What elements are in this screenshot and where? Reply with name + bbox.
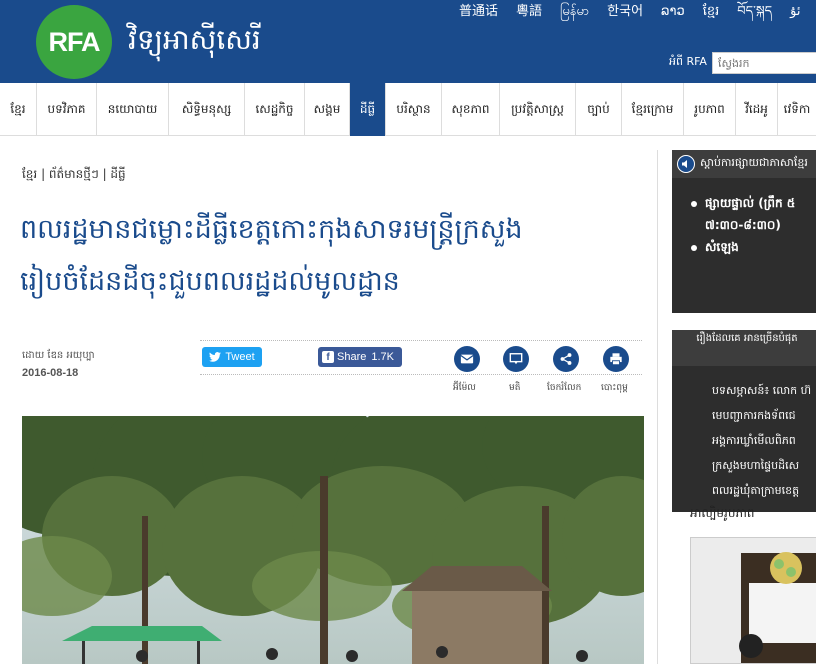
speaker-icon bbox=[677, 155, 695, 173]
popular-item[interactable]: បទសម្ភាសន៍៖ លោក ហ៊ bbox=[712, 378, 816, 403]
nav-item-environment[interactable]: បរិស្ថាន bbox=[386, 83, 442, 136]
listen-panel-title: ស្ដាប់ការផ្សាយជាភាសាខ្មែរ bbox=[700, 156, 808, 169]
lang-link-lao[interactable]: ລາວ bbox=[652, 4, 694, 20]
article-headline: ពលរដ្ឋមានជម្លោះដីធ្លីខេត្តកោះកុងសាទរមន្ត… bbox=[20, 204, 640, 308]
breadcrumb-item[interactable]: ព័ត៌មានថ្មីៗ bbox=[49, 167, 99, 181]
nav-item-khmer[interactable]: ខ្មែរ bbox=[0, 83, 37, 136]
share-button[interactable] bbox=[553, 346, 579, 372]
masthead: RFA វិទ្យុអាស៊ីសេរី 普通话 粵語 မြန်မာ 한국어 ລາ… bbox=[0, 0, 816, 83]
nav-item-society[interactable]: សង្គម bbox=[305, 83, 350, 136]
rfa-logo[interactable]: RFA bbox=[36, 5, 112, 79]
lang-link-uyghur[interactable]: ئۇ bbox=[781, 4, 809, 20]
printer-icon bbox=[610, 353, 622, 366]
lang-link-cantonese[interactable]: 粵語 bbox=[507, 4, 551, 20]
facebook-share-button[interactable]: f Share 1.7K bbox=[318, 347, 402, 367]
share-label: Share bbox=[337, 351, 367, 363]
language-bar: 普通话 粵語 မြန်မာ 한국어 ລາວ ខ្មែរ བོད་སྐད ئۇ bbox=[450, 4, 809, 20]
breadcrumb: ខ្មែរ | ព័ត៌មានថ្មីៗ | ដីធ្លី bbox=[22, 166, 126, 184]
nav-item-video[interactable]: វីដេអូ bbox=[736, 83, 778, 136]
gallery-title: អាល្បិមរូបភាព bbox=[690, 506, 755, 520]
comment-label: មតិ bbox=[509, 383, 521, 393]
popular-panel-title: រឿងដែលគេ អានច្រើនបំផុត bbox=[672, 330, 816, 366]
tweet-button[interactable]: Tweet bbox=[202, 347, 262, 367]
headline-line: រៀបចំដែនដីចុះជួបពលរដ្ឋដល់មូលដ្ឋាន bbox=[20, 266, 400, 297]
twitter-bird-icon bbox=[209, 352, 222, 362]
nav-item-politics[interactable]: នយោបាយ bbox=[97, 83, 169, 136]
email-label: អ៊ីម៉ែល bbox=[453, 383, 476, 393]
breadcrumb-item[interactable]: ដីធ្លី bbox=[110, 167, 125, 181]
nav-item-law[interactable]: ច្បាប់ bbox=[576, 83, 622, 136]
nav-item-photos[interactable]: រូបភាព bbox=[684, 83, 736, 136]
popular-item[interactable]: ក្រសួងមហាផ្ទៃបដិសេ bbox=[712, 453, 816, 478]
breadcrumb-separator: | bbox=[41, 167, 49, 181]
share-count: 1.7K bbox=[371, 351, 394, 363]
nav-item-land[interactable]: ដីធ្លី bbox=[350, 83, 386, 136]
lang-link-tibetan[interactable]: བོད་སྐད bbox=[728, 4, 781, 20]
site-name[interactable]: វិទ្យុអាស៊ីសេរី bbox=[128, 22, 261, 63]
search-input[interactable] bbox=[712, 52, 816, 74]
article-photo-image bbox=[22, 416, 644, 664]
logo-text: RFA bbox=[48, 26, 101, 57]
listen-panel-header: ស្ដាប់ការផ្សាយជាភាសាខ្មែរ bbox=[672, 150, 816, 178]
email-button[interactable] bbox=[454, 346, 480, 372]
print-button[interactable] bbox=[603, 346, 629, 372]
main-nav: ខ្មែរ បទវិភាគ នយោបាយ សិទ្ធិមនុស្ស សេដ្ឋក… bbox=[0, 83, 816, 136]
popular-item[interactable]: ពលរដ្ឋឃុំតាក្រាមខេត្ត bbox=[712, 478, 816, 503]
share-icon bbox=[560, 353, 572, 365]
lang-link-korean[interactable]: 한국어 bbox=[598, 4, 652, 20]
gallery-thumbnail-image bbox=[691, 538, 816, 663]
nav-item-khmer-krom[interactable]: ខ្មែរក្រោម bbox=[622, 83, 684, 136]
breadcrumb-item[interactable]: ខ្មែរ bbox=[22, 167, 37, 181]
envelope-icon bbox=[460, 354, 474, 364]
lang-link-mandarin[interactable]: 普通话 bbox=[450, 4, 507, 20]
listen-item-label: ផ្សាយផ្ទាល់ (ព្រឹក ៥ bbox=[705, 196, 796, 210]
listen-item-live[interactable]: ផ្សាយផ្ទាល់ (ព្រឹក ៥ bbox=[691, 192, 816, 214]
comment-button[interactable] bbox=[503, 346, 529, 372]
share-toolbar: Tweet f Share 1.7K bbox=[200, 340, 642, 375]
listen-list: ផ្សាយផ្ទាល់ (ព្រឹក ៥ ៧:៣០-៨:៣០) សំឡេង bbox=[691, 192, 816, 258]
page: RFA វិទ្យុអាស៊ីសេរី 普通话 粵語 မြန်မာ 한국어 ລາ… bbox=[0, 0, 816, 664]
publish-date: 2016-08-18 bbox=[22, 367, 79, 379]
nav-item-forum[interactable]: វេទិកា bbox=[778, 83, 816, 136]
nav-item-health[interactable]: សុខភាព bbox=[442, 83, 500, 136]
share-label-text: ចែករំលែក bbox=[547, 383, 582, 393]
facebook-icon: f bbox=[322, 351, 334, 363]
listen-item-audio[interactable]: សំឡេង bbox=[691, 236, 816, 258]
byline: ដោយ ឌែន អយុប្បា bbox=[22, 350, 95, 361]
gallery-thumbnail[interactable] bbox=[690, 537, 816, 664]
popular-item[interactable]: មេបញ្ជាការកងទ័ពជេ bbox=[712, 403, 816, 428]
lang-link-burmese[interactable]: မြန်မာ bbox=[551, 4, 598, 20]
nav-item-history[interactable]: ប្រវត្តិសាស្ត្រ bbox=[500, 83, 576, 136]
print-label: បោះពុម្ព bbox=[601, 383, 628, 393]
comment-icon bbox=[509, 353, 523, 365]
nav-item-analysis[interactable]: បទវិភាគ bbox=[37, 83, 97, 136]
popular-list: បទសម្ភាសន៍៖ លោក ហ៊ មេបញ្ជាការកងទ័ពជេ អង្… bbox=[712, 378, 816, 503]
column-divider bbox=[657, 150, 658, 664]
listen-item-schedule: ៧:៣០-៨:៣០) bbox=[705, 218, 781, 232]
tweet-label: Tweet bbox=[225, 351, 255, 363]
nav-item-human-rights[interactable]: សិទ្ធិមនុស្ស bbox=[169, 83, 245, 136]
lang-link-khmer[interactable]: ខ្មែរ bbox=[694, 4, 729, 20]
headline-line: ពលរដ្ឋមានជម្លោះដីធ្លីខេត្តកោះកុងសាទរមន្ត… bbox=[20, 214, 523, 245]
article-photo bbox=[22, 416, 644, 664]
nav-item-economy[interactable]: សេដ្ឋកិច្ច bbox=[245, 83, 305, 136]
listen-item-label: សំឡេង bbox=[705, 240, 739, 254]
popular-item[interactable]: អង្គការឃ្លាំមើលពិភព bbox=[712, 428, 816, 453]
about-rfa-link[interactable]: អំពី RFA bbox=[669, 55, 707, 71]
